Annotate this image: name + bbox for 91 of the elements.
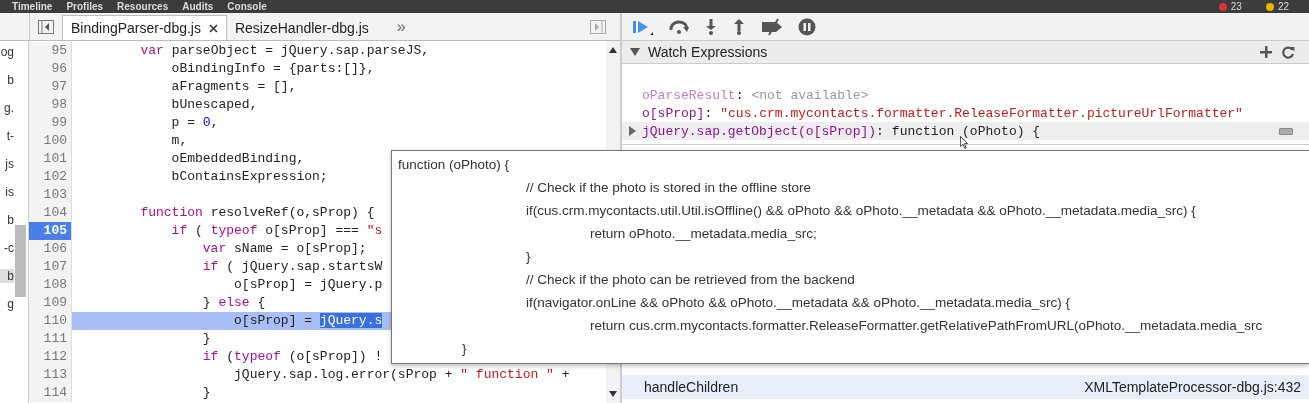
file-item[interactable]: og [0, 45, 14, 59]
watch-expression[interactable]: oParseResult: <not available> [622, 86, 1309, 104]
tooltip-line: // Check if the photo is stored in the offline store [525, 179, 812, 197]
call-frame[interactable]: handleChildren XMLTemplateProcessor-dbg.js:432 [622, 375, 1309, 399]
code-line: if (typeof (o[sProp]) ! [201, 348, 383, 366]
file-item[interactable]: is [0, 185, 14, 199]
code-line: o[sProp] = jQuery.p [233, 276, 383, 294]
deactivate-breakpoints-icon[interactable] [760, 17, 784, 36]
tooltip-line: if(cus.crm.mycontacts.util.Util.isOffline() && oPhoto && oPhoto.__metadata && oPhoto.__metadata.media_src) { [525, 202, 1197, 220]
panel-tab[interactable]: Audits [182, 1, 214, 12]
file-item[interactable]: b [0, 213, 14, 227]
code-line: o[sProp] = jQuery.s [233, 312, 383, 330]
tooltip-line: } [525, 248, 532, 266]
file-item[interactable]: -c [0, 241, 14, 255]
line-number[interactable]: 97 [29, 78, 72, 96]
line-number[interactable]: 113 [29, 366, 72, 384]
file-item[interactable]: g [0, 297, 14, 311]
file-tab[interactable]: BindingParser-dbg.js [62, 15, 227, 40]
line-number[interactable]: 106 [29, 240, 72, 258]
tooltip-line: return oPhoto.__metadata.media_src; [589, 225, 818, 243]
line-number[interactable]: 110 [29, 312, 72, 330]
code-line: aFragments = [], [170, 78, 297, 96]
code-line: jQuery.sap.log.error(sProp + " function " + [233, 366, 570, 384]
sidebar-toggle-icon[interactable] [590, 20, 606, 34]
line-number[interactable]: 105 [29, 222, 72, 240]
error-icon [1218, 2, 1227, 11]
code-line: p = 0, [170, 114, 219, 132]
tooltip-line: } [461, 340, 468, 358]
line-number[interactable]: 102 [29, 168, 72, 186]
line-number[interactable]: 98 [29, 96, 72, 114]
expand-arrow-icon[interactable] [630, 48, 640, 56]
warning-count: 22 [1277, 1, 1289, 12]
tooltip-line: return cus.crm.mycontacts.formatter.ReleaseFormatter.getRelativePathFromURL(oPhoto.__metadata.media_src [589, 317, 1264, 335]
code-line: if ( typeof o[sProp] === "s [170, 222, 383, 240]
file-item[interactable]: b [0, 73, 14, 87]
line-number[interactable]: 111 [29, 330, 72, 348]
tooltip-line: if(navigator.onLine && oPhoto && oPhoto.__metadata && oPhoto.__metadata.media_src) { [525, 294, 1072, 312]
scroll-down-icon[interactable] [609, 391, 617, 397]
code-line: } [201, 384, 211, 402]
step-over-icon[interactable] [668, 17, 690, 36]
refresh-icon[interactable] [1282, 45, 1295, 59]
line-number[interactable]: 112 [29, 348, 72, 366]
line-number[interactable]: 96 [29, 60, 72, 78]
sidebar-toggle-icon[interactable] [38, 20, 54, 34]
line-number[interactable]: 108 [29, 276, 72, 294]
line-number[interactable]: 99 [29, 114, 72, 132]
section-header[interactable]: Watch Expressions [622, 41, 1309, 64]
warning-icon [1265, 2, 1274, 11]
file-item[interactable]: g. [0, 101, 14, 115]
line-number[interactable]: 103 [29, 186, 72, 204]
file-item[interactable]: t- [0, 129, 14, 143]
section-title: Watch Expressions [648, 44, 768, 60]
line-number[interactable]: 104 [29, 204, 72, 222]
step-into-icon[interactable] [704, 17, 718, 36]
panel-tab[interactable]: Resources [117, 1, 169, 12]
panel-tab[interactable]: Console [227, 1, 267, 12]
close-icon[interactable] [208, 23, 218, 33]
line-number[interactable]: 95 [29, 42, 72, 60]
code-line: bContainsExpression; [170, 168, 328, 186]
line-number[interactable]: 107 [29, 258, 72, 276]
file-tab[interactable]: ResizeHandler-dbg.js [226, 16, 377, 40]
pause-icon[interactable] [798, 17, 816, 36]
code-line: oEmbeddedBinding, [170, 150, 305, 168]
line-number[interactable]: 101 [29, 150, 72, 168]
panel-tab[interactable]: Profiles [66, 1, 104, 12]
add-icon[interactable] [1260, 46, 1272, 58]
code-line: } [201, 330, 211, 348]
watch-expression[interactable]: o[sProp]: "cus.crm.mycontacts.formatter.ReleaseFormatter.pictureUrlFormatter" [622, 104, 1309, 122]
code-line: bUnescaped, [170, 96, 258, 114]
watch-expression[interactable]: jQuery.sap.getObject(o[sProp]): function (oPhoto) { [622, 122, 1309, 140]
code-line: var sName = o[sProp]; [201, 240, 367, 258]
tooltip-line: // Check if the photo can be retrieved from the backend [525, 271, 856, 289]
tooltip-line: function (oPhoto) { [398, 156, 511, 174]
more-tabs-button[interactable]: » [396, 18, 406, 36]
line-number[interactable]: 109 [29, 294, 72, 312]
file-item[interactable]: b [0, 269, 14, 283]
code-line: } else { [201, 294, 266, 312]
scrollbar-thumb[interactable] [15, 225, 26, 297]
step-out-icon[interactable] [732, 17, 746, 36]
line-number[interactable]: 114 [29, 384, 72, 402]
scroll-up-icon[interactable] [609, 47, 617, 53]
line-number[interactable]: 100 [29, 132, 72, 150]
code-line: var parseObject = jQuery.sap.parseJS, [139, 42, 430, 60]
code-line: m, [170, 132, 188, 150]
error-count: 23 [1230, 1, 1242, 12]
code-line: oBindingInfo = {parts:[]}, [170, 60, 375, 78]
code-line: function resolveRef(o,sProp) { [139, 204, 375, 222]
file-item[interactable]: js [0, 157, 14, 171]
panel-tab[interactable]: Timeline [12, 1, 53, 12]
expand-arrow-icon[interactable] [629, 126, 636, 136]
code-line: if ( jQuery.sap.startsW [201, 258, 383, 276]
